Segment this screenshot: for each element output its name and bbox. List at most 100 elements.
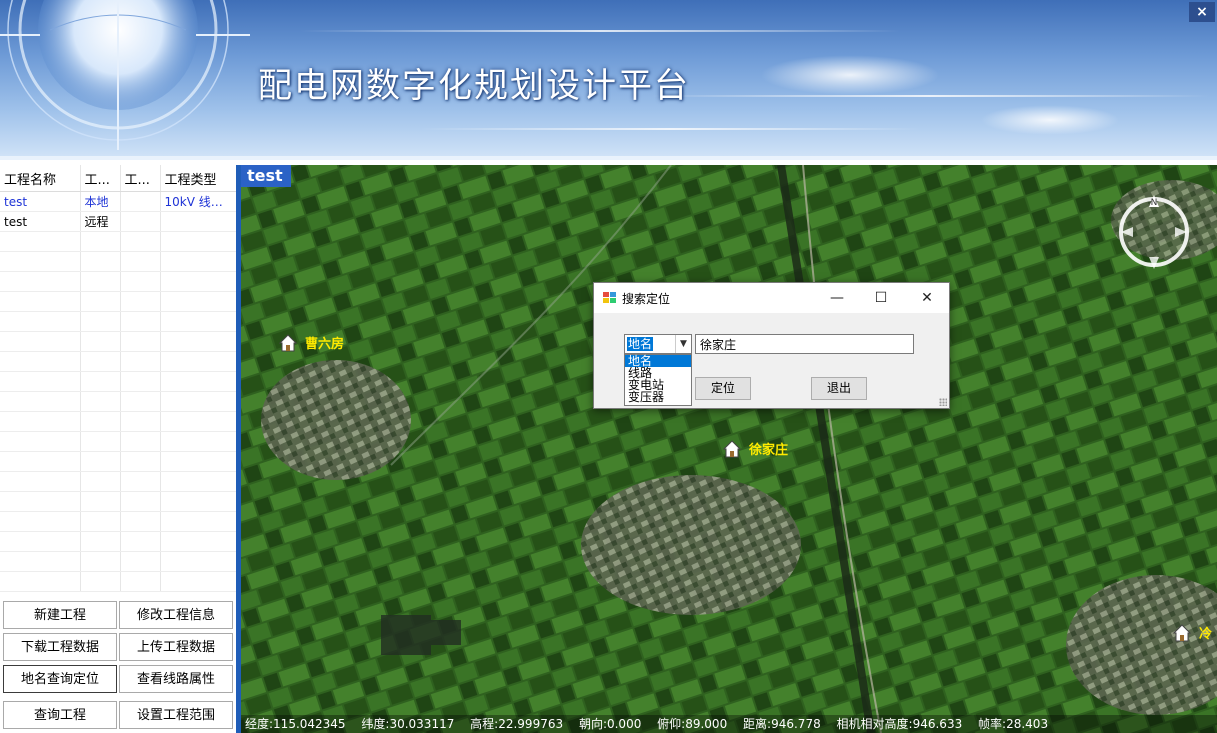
- empty-cell: [160, 411, 237, 432]
- column-header-col3[interactable]: 工...: [120, 165, 161, 192]
- table-row-empty: [0, 231, 237, 252]
- empty-cell: [160, 291, 237, 312]
- table-row-empty: [0, 311, 237, 332]
- empty-cell: [0, 291, 81, 312]
- window-app-icon: [603, 292, 616, 303]
- table-header-row: 工程名称 工... 工... 工程类型: [0, 165, 237, 192]
- empty-cell: [120, 471, 161, 492]
- empty-cell: [120, 551, 161, 572]
- cell-col3: [120, 211, 161, 232]
- header-streak: [650, 95, 1210, 97]
- header-streak: [300, 30, 900, 32]
- table-row[interactable]: test 本地 10kV 线路...: [0, 191, 237, 212]
- empty-cell: [80, 351, 121, 372]
- place-marker[interactable]: 徐家庄: [723, 439, 788, 458]
- empty-cell: [0, 531, 81, 552]
- locate-button[interactable]: 定位: [695, 377, 751, 400]
- empty-cell: [120, 271, 161, 292]
- status-latitude: 纬度:30.033117: [361, 717, 455, 731]
- empty-cell: [120, 431, 161, 452]
- empty-cell: [160, 531, 237, 552]
- empty-cell: [160, 511, 237, 532]
- table-row-empty: [0, 251, 237, 272]
- empty-cell: [80, 311, 121, 332]
- empty-cell: [80, 471, 121, 492]
- status-elevation: 高程:22.999763: [470, 717, 564, 731]
- place-label: 徐家庄: [749, 443, 789, 458]
- empty-cell: [120, 291, 161, 312]
- empty-cell: [120, 251, 161, 272]
- empty-cell: [160, 551, 237, 572]
- search-locate-dialog: 搜索定位 — ☐ ✕ 地名 ▼ 地名 线路 变电站 变压器 定位 退出: [593, 282, 950, 409]
- compass-icon[interactable]: N: [1115, 193, 1193, 271]
- satellite-map[interactable]: test 曹六房 徐家庄 冷 N 经度:115.042345 纬度:30.033…: [236, 165, 1217, 733]
- map-project-tag: test: [241, 165, 291, 187]
- empty-cell: [160, 571, 237, 592]
- column-header-type[interactable]: 工程类型: [160, 165, 237, 192]
- cell-col2: 远程: [80, 211, 121, 232]
- empty-cell: [120, 371, 161, 392]
- app-close-button[interactable]: ×: [1189, 2, 1215, 22]
- empty-cell: [160, 251, 237, 272]
- table-row[interactable]: test 远程: [0, 211, 237, 232]
- empty-cell: [120, 411, 161, 432]
- empty-cell: [80, 491, 121, 512]
- query-project-button[interactable]: 查询工程: [3, 701, 117, 729]
- status-distance: 距离:946.778: [743, 717, 821, 731]
- table-row-empty: [0, 271, 237, 292]
- table-row-empty: [0, 371, 237, 392]
- upload-data-button[interactable]: 上传工程数据: [119, 633, 233, 661]
- place-marker[interactable]: 冷: [1173, 623, 1212, 642]
- empty-cell: [120, 491, 161, 512]
- set-range-button[interactable]: 设置工程范围: [119, 701, 233, 729]
- empty-cell: [80, 451, 121, 472]
- empty-cell: [160, 311, 237, 332]
- empty-cell: [0, 511, 81, 532]
- place-search-button[interactable]: 地名查询定位: [3, 665, 117, 693]
- place-label: 曹六房: [305, 337, 345, 352]
- place-marker[interactable]: 曹六房: [279, 333, 344, 352]
- empty-cell: [80, 331, 121, 352]
- minimize-button[interactable]: —: [822, 287, 852, 309]
- edit-project-button[interactable]: 修改工程信息: [119, 601, 233, 629]
- table-row-empty: [0, 291, 237, 312]
- empty-cell: [120, 391, 161, 412]
- table-row-empty: [0, 511, 237, 532]
- table-row-empty: [0, 551, 237, 572]
- search-type-select[interactable]: 地名 ▼: [624, 334, 692, 354]
- column-header-col2[interactable]: 工...: [80, 165, 121, 192]
- table-row-empty: [0, 531, 237, 552]
- header-streak: [420, 128, 920, 130]
- empty-cell: [0, 371, 81, 392]
- search-input[interactable]: [695, 334, 914, 354]
- house-icon: [279, 334, 297, 352]
- new-project-button[interactable]: 新建工程: [3, 601, 117, 629]
- app-title: 配电网数字化规划设计平台: [258, 66, 690, 106]
- exit-button[interactable]: 退出: [811, 377, 867, 400]
- status-pitch: 俯仰:89.000: [657, 717, 728, 731]
- search-type-dropdown: 地名 线路 变电站 变压器: [624, 354, 692, 406]
- status-longitude: 经度:115.042345: [245, 717, 346, 731]
- column-header-name[interactable]: 工程名称: [0, 165, 81, 192]
- empty-cell: [0, 571, 81, 592]
- empty-cell: [120, 571, 161, 592]
- cell-name: test: [0, 211, 81, 232]
- chevron-down-icon[interactable]: ▼: [675, 335, 691, 353]
- empty-cell: [80, 571, 121, 592]
- empty-cell: [0, 431, 81, 452]
- empty-cell: [80, 371, 121, 392]
- empty-cell: [120, 331, 161, 352]
- cell-type: 10kV 线路...: [160, 191, 237, 212]
- dialog-close-button[interactable]: ✕: [912, 287, 942, 309]
- maximize-button[interactable]: ☐: [866, 287, 896, 309]
- resize-grip-icon[interactable]: [939, 398, 947, 406]
- dropdown-option-transformer[interactable]: 变压器: [625, 391, 691, 403]
- dialog-titlebar[interactable]: 搜索定位 — ☐ ✕: [594, 283, 949, 313]
- table-row-empty: [0, 411, 237, 432]
- empty-cell: [160, 451, 237, 472]
- table-row-empty: [0, 571, 237, 592]
- empty-cell: [160, 231, 237, 252]
- download-data-button[interactable]: 下载工程数据: [3, 633, 117, 661]
- status-fps: 帧率:28.403: [978, 717, 1049, 731]
- line-properties-button[interactable]: 查看线路属性: [119, 665, 233, 693]
